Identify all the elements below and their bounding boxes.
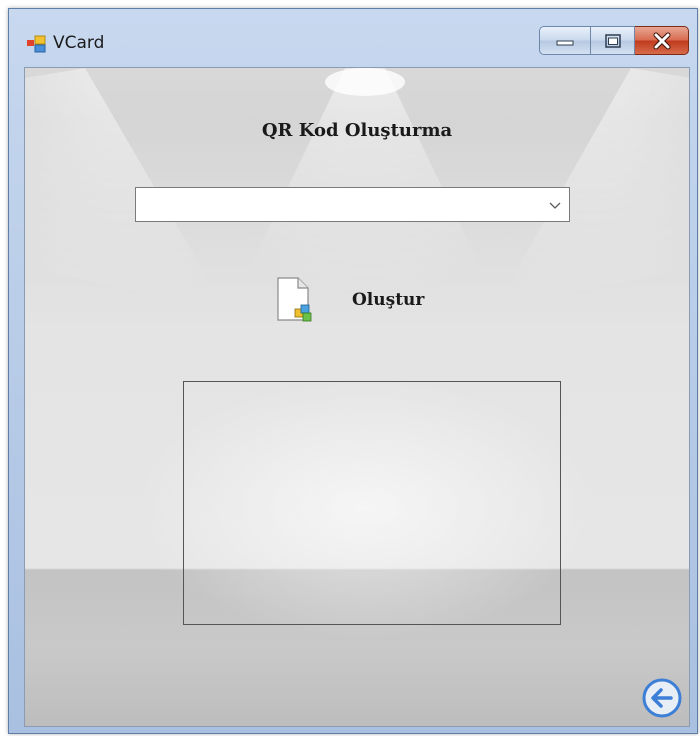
chevron-down-icon[interactable] (547, 197, 563, 213)
page-title: QR Kod Oluşturma (261, 120, 453, 141)
title-bar[interactable]: VCard (9, 9, 697, 67)
window-title: VCard (53, 33, 105, 53)
caption-buttons (539, 26, 689, 55)
vcard-window: VCard QR Kod Oluşturma Oluştur (8, 8, 698, 734)
minimize-icon (556, 40, 574, 45)
maximize-icon (604, 33, 621, 48)
qr-code-picturebox (183, 381, 561, 625)
close-icon (653, 32, 670, 49)
vcard-select[interactable] (135, 187, 570, 222)
back-arrow-icon[interactable] (641, 677, 683, 719)
maximize-button[interactable] (591, 26, 635, 55)
form-client-area: QR Kod Oluşturma Oluştur (24, 67, 690, 727)
app-window-icon (27, 35, 46, 53)
create-button[interactable]: Oluştur (268, 268, 468, 330)
minimize-button[interactable] (539, 26, 591, 55)
create-label: Oluştur (352, 290, 425, 310)
document-add-icon (277, 277, 312, 322)
close-button[interactable] (635, 26, 689, 55)
